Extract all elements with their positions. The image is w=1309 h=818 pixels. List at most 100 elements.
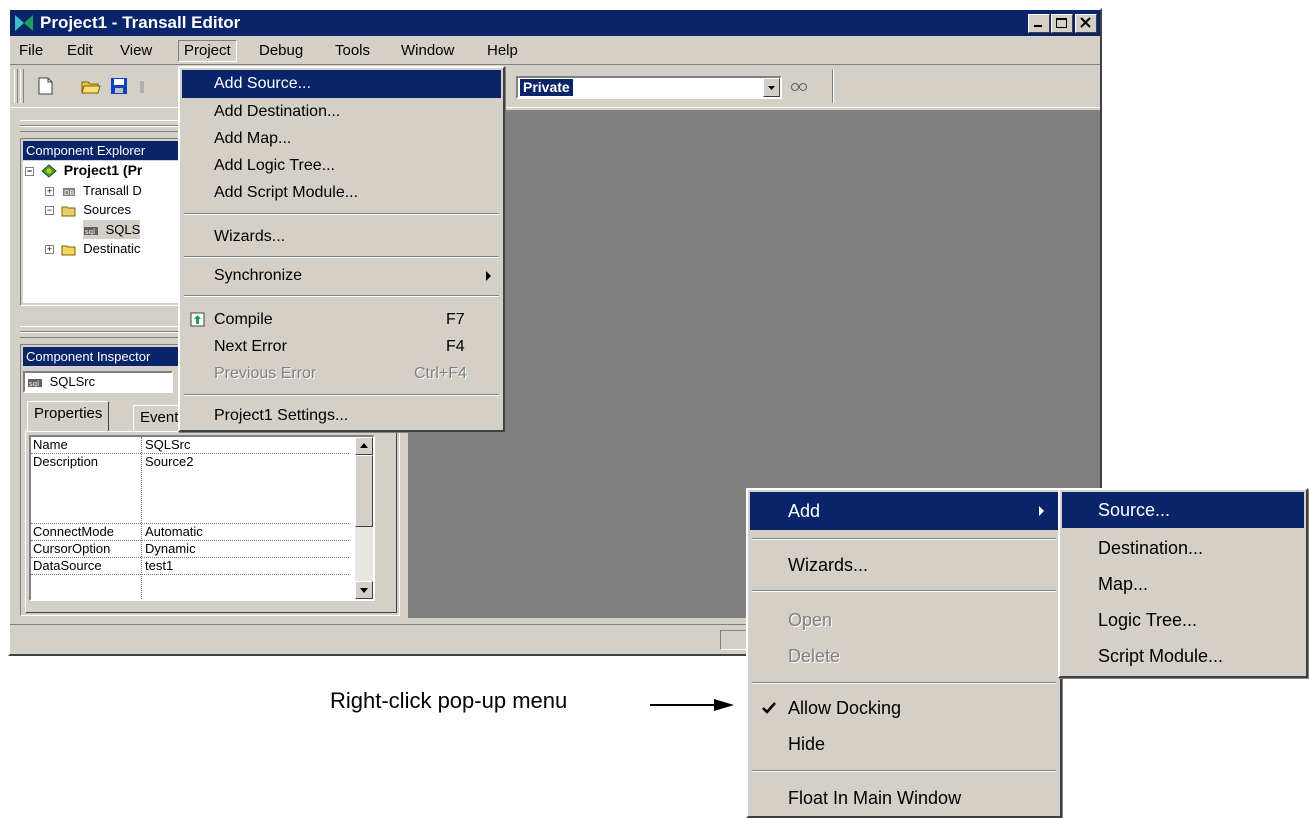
tree-item-sources[interactable]: − Sources bbox=[45, 200, 131, 219]
menu-item-next-error[interactable]: Next Error F4 bbox=[182, 333, 501, 361]
submenu-item-script-module[interactable]: Script Module... bbox=[1062, 638, 1304, 674]
minimize-button[interactable] bbox=[1028, 14, 1050, 33]
menu-debug[interactable]: Debug bbox=[254, 41, 308, 63]
shortcut-label: F7 bbox=[446, 311, 465, 328]
table-row[interactable]: DataSource test1 bbox=[31, 558, 349, 575]
scroll-up-button[interactable] bbox=[355, 437, 373, 455]
property-value[interactable]: Source2 bbox=[145, 454, 193, 469]
menu-item-wizards[interactable]: Wizards... bbox=[182, 223, 501, 251]
close-button[interactable] bbox=[1075, 14, 1097, 33]
tree-item-label: Destinatic bbox=[83, 241, 141, 256]
context-item-allow-docking[interactable]: Allow Docking bbox=[750, 690, 1058, 726]
title-bar[interactable]: Project1 - Transall Editor bbox=[10, 10, 1100, 36]
property-name: Description bbox=[33, 454, 99, 469]
menu-item-label: Next Error bbox=[214, 338, 287, 355]
menu-item-label: Destination... bbox=[1098, 538, 1204, 558]
menu-view[interactable]: View bbox=[115, 41, 157, 63]
tree-item-destinations[interactable]: + Destinatic bbox=[45, 239, 140, 258]
tree-item-transall-db[interactable]: + DB Transall D bbox=[45, 181, 142, 200]
submenu-item-destination[interactable]: Destination... bbox=[1062, 530, 1304, 566]
toolbar-button-partial-icon[interactable] bbox=[136, 75, 158, 97]
glasses-icon[interactable] bbox=[790, 80, 808, 94]
context-item-hide[interactable]: Hide bbox=[750, 726, 1058, 762]
menu-item-add-map[interactable]: Add Map... bbox=[182, 125, 501, 153]
submenu-item-source[interactable]: Source... bbox=[1062, 492, 1304, 528]
table-row[interactable]: CursorOption Dynamic bbox=[31, 541, 349, 558]
menu-item-label: Add bbox=[788, 501, 821, 521]
svg-text:sql: sql bbox=[29, 380, 39, 388]
menu-project[interactable]: Project bbox=[178, 40, 237, 62]
menu-item-compile[interactable]: Compile F7 bbox=[182, 306, 501, 334]
menu-item-label: Open bbox=[788, 610, 833, 630]
menu-item-label: Allow Docking bbox=[788, 698, 902, 718]
property-name: DataSource bbox=[33, 558, 102, 573]
menu-item-label: Script Module... bbox=[1098, 646, 1224, 666]
new-file-icon[interactable] bbox=[34, 75, 56, 97]
window-title: Project1 - Transall Editor bbox=[40, 13, 241, 32]
menu-item-add-logic-tree[interactable]: Add Logic Tree... bbox=[182, 152, 501, 180]
context-item-add[interactable]: Add bbox=[750, 492, 1058, 530]
toolbar-grip[interactable] bbox=[14, 69, 18, 103]
property-value[interactable]: Automatic bbox=[145, 524, 203, 539]
toolbar-separator bbox=[832, 69, 834, 103]
vertical-scrollbar[interactable] bbox=[355, 437, 373, 599]
submenu-item-map[interactable]: Map... bbox=[1062, 566, 1304, 602]
maximize-button[interactable] bbox=[1051, 14, 1073, 33]
tree-item-label: Transall D bbox=[83, 183, 142, 198]
context-item-float-in-main-window[interactable]: Float In Main Window bbox=[750, 780, 1058, 816]
submenu-item-logic-tree[interactable]: Logic Tree... bbox=[1062, 602, 1304, 638]
property-name: CursorOption bbox=[33, 541, 111, 556]
context-item-delete: Delete bbox=[750, 638, 1058, 674]
menu-item-add-destination[interactable]: Add Destination... bbox=[182, 98, 501, 126]
property-value[interactable]: SQLSrc bbox=[145, 437, 191, 452]
tree-item-sqlsrc[interactable]: sql SQLS bbox=[83, 220, 141, 239]
folder-icon bbox=[61, 245, 76, 256]
menu-edit[interactable]: Edit bbox=[62, 41, 98, 63]
table-row[interactable]: Name SQLSrc bbox=[31, 437, 349, 454]
project-icon bbox=[41, 164, 57, 178]
visibility-combo[interactable]: Private bbox=[516, 76, 782, 99]
arrow-down-icon bbox=[360, 588, 368, 593]
menu-item-project-settings[interactable]: Project1 Settings... bbox=[182, 402, 501, 430]
menu-help[interactable]: Help bbox=[482, 41, 523, 63]
component-selector[interactable]: sql SQLSrc bbox=[23, 371, 173, 393]
project-menu: Add Source... Add Destination... Add Map… bbox=[178, 66, 505, 432]
menu-file[interactable]: File bbox=[14, 41, 48, 63]
menu-tools[interactable]: Tools bbox=[330, 41, 375, 63]
collapse-icon[interactable]: − bbox=[25, 166, 34, 176]
menu-item-label: Map... bbox=[1098, 574, 1149, 594]
tab-properties[interactable]: Properties bbox=[27, 401, 110, 431]
toolbar: Private bbox=[10, 64, 1100, 108]
context-item-wizards[interactable]: Wizards... bbox=[750, 546, 1058, 584]
property-value[interactable]: Dynamic bbox=[145, 541, 196, 556]
menu-bar: File Edit View Project Debug Tools Windo… bbox=[10, 38, 1100, 62]
expand-icon[interactable]: + bbox=[45, 187, 54, 197]
open-folder-icon[interactable] bbox=[80, 75, 102, 97]
component-explorer-caption: Component Explorer bbox=[23, 141, 179, 160]
menu-window[interactable]: Window bbox=[396, 41, 459, 63]
menu-item-add-script-module[interactable]: Add Script Module... bbox=[182, 179, 501, 207]
save-icon[interactable] bbox=[108, 75, 130, 97]
menu-item-label: Hide bbox=[788, 734, 826, 754]
menu-separator bbox=[752, 770, 1056, 772]
scroll-down-button[interactable] bbox=[355, 581, 373, 599]
tree-item-label: Project1 (Pr bbox=[63, 162, 143, 178]
menu-item-label: Float In Main Window bbox=[788, 788, 962, 808]
table-row[interactable]: Description Source2 bbox=[31, 454, 349, 524]
menu-item-synchronize[interactable]: Synchronize bbox=[182, 262, 501, 290]
toolbar-grip-2[interactable] bbox=[20, 69, 24, 103]
menu-item-label: Add Destination... bbox=[214, 103, 341, 120]
combo-dropdown-button[interactable] bbox=[763, 78, 780, 97]
minimize-icon bbox=[1034, 25, 1042, 27]
collapse-icon[interactable]: − bbox=[45, 206, 54, 216]
property-value[interactable]: test1 bbox=[145, 558, 173, 573]
sql-icon: sql bbox=[84, 226, 98, 236]
tree-item-project[interactable]: − Project1 (Pr bbox=[25, 161, 142, 180]
expand-icon[interactable]: + bbox=[45, 245, 54, 255]
property-name: ConnectMode bbox=[33, 524, 114, 539]
menu-item-label: Delete bbox=[788, 646, 841, 666]
menu-item-label: Add Logic Tree... bbox=[214, 157, 335, 174]
scroll-thumb[interactable] bbox=[355, 455, 373, 527]
menu-item-add-source[interactable]: Add Source... bbox=[182, 70, 501, 98]
table-row[interactable]: ConnectMode Automatic bbox=[31, 524, 349, 541]
